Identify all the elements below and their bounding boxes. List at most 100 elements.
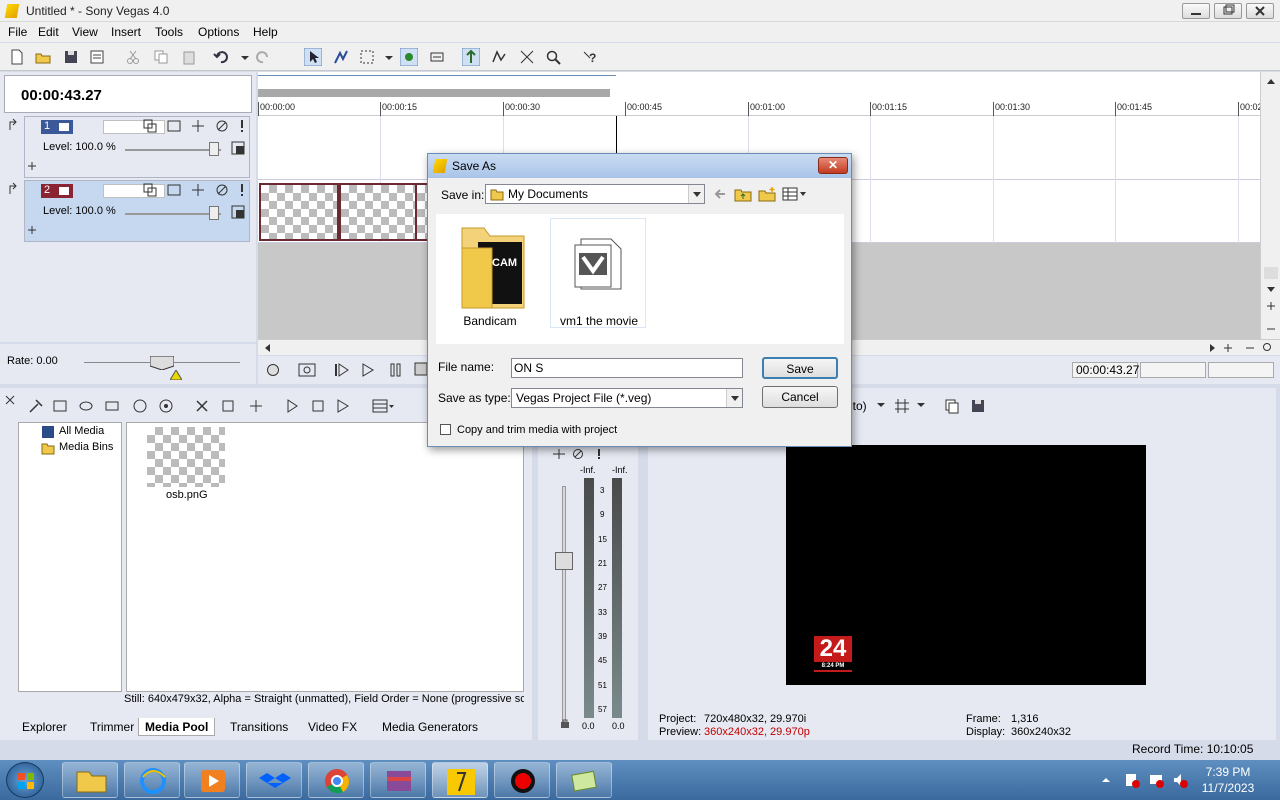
- envelope-tool-icon[interactable]: [332, 48, 350, 66]
- track-fx-icon[interactable]: [167, 183, 181, 197]
- tab-media-generators[interactable]: Media Generators: [376, 718, 484, 736]
- crossfade-icon[interactable]: [518, 48, 536, 66]
- quality-dropdown-icon[interactable]: [876, 400, 886, 410]
- track-2-collapse-icon[interactable]: [26, 224, 38, 236]
- explorer-taskbar-icon[interactable]: [62, 762, 118, 798]
- tab-trimmer[interactable]: Trimmer: [84, 718, 140, 736]
- auto-preview-icon[interactable]: [336, 398, 352, 414]
- copy-snapshot-icon[interactable]: [944, 398, 960, 414]
- master-mute-icon[interactable]: [572, 448, 584, 460]
- timeline-vertical-scrollbar[interactable]: [1260, 72, 1280, 340]
- preview-stop-icon[interactable]: [310, 398, 326, 414]
- track-motion-icon[interactable]: [143, 183, 157, 197]
- folder-item-bandicam[interactable]: CAM Bandicam: [444, 216, 536, 328]
- paste-icon[interactable]: [180, 48, 198, 66]
- media-player-taskbar-icon[interactable]: [184, 762, 240, 798]
- system-clock[interactable]: 7:39 PM 11/7/2023: [1196, 764, 1260, 798]
- view-menu-icon[interactable]: [782, 186, 808, 202]
- play-from-start-icon[interactable]: [334, 362, 350, 378]
- normal-edit-tool-icon[interactable]: [304, 48, 322, 66]
- track-2-expand-icon[interactable]: [8, 182, 22, 196]
- save-as-type-combo[interactable]: Vegas Project File (*.veg): [511, 388, 743, 408]
- menu-file[interactable]: File: [8, 25, 27, 39]
- media-file-name[interactable]: osb.pnG: [166, 489, 208, 501]
- tab-explorer[interactable]: Explorer: [16, 718, 73, 736]
- track-2-header[interactable]: 2 Level: 100.0 %: [24, 180, 250, 242]
- save-in-combo[interactable]: My Documents: [485, 184, 705, 204]
- file-name-input[interactable]: [511, 358, 743, 378]
- network-icon[interactable]: [1148, 772, 1164, 788]
- open-icon[interactable]: [34, 48, 52, 66]
- get-media-icon[interactable]: [78, 398, 94, 414]
- capture-video-icon[interactable]: [52, 398, 68, 414]
- overlays-dropdown-icon[interactable]: [916, 400, 926, 410]
- tree-item-all-media[interactable]: All Media: [59, 425, 104, 437]
- save-icon[interactable]: [62, 48, 80, 66]
- stop-icon[interactable]: [414, 362, 428, 376]
- solo-icon[interactable]: [237, 119, 247, 133]
- play-icon[interactable]: [360, 362, 376, 378]
- chrome-taskbar-icon[interactable]: [308, 762, 364, 798]
- preview-play-icon[interactable]: [284, 398, 300, 414]
- copy-trim-checkbox[interactable]: [440, 424, 451, 435]
- media-thumbnail[interactable]: [147, 427, 225, 487]
- tab-video-fx[interactable]: Video FX: [302, 718, 363, 736]
- properties-icon[interactable]: [88, 48, 106, 66]
- action-center-icon[interactable]: [1124, 772, 1140, 788]
- selection-tool-icon[interactable]: [358, 48, 376, 66]
- record-icon[interactable]: [266, 363, 280, 377]
- video-clip[interactable]: [339, 183, 419, 241]
- tree-item-media-bins[interactable]: Media Bins: [59, 441, 113, 453]
- mute-icon[interactable]: [215, 119, 229, 133]
- track-1-expand-icon[interactable]: [8, 118, 22, 132]
- media-tools-icon[interactable]: [248, 398, 264, 414]
- pause-icon[interactable]: [388, 362, 404, 378]
- copy-icon[interactable]: [152, 48, 170, 66]
- rate-slider-thumb[interactable]: [150, 356, 174, 370]
- media-fx-icon[interactable]: [132, 398, 148, 414]
- restore-button[interactable]: [1214, 3, 1242, 19]
- import-media-icon[interactable]: [28, 398, 44, 414]
- track-1-level-thumb[interactable]: [209, 142, 219, 156]
- menu-help[interactable]: Help: [253, 25, 278, 39]
- help-icon[interactable]: ?: [580, 48, 598, 66]
- volume-icon[interactable]: [1172, 772, 1188, 788]
- remove-media-icon[interactable]: [194, 398, 210, 414]
- views-icon[interactable]: [372, 398, 394, 414]
- save-snapshot-icon[interactable]: [970, 398, 986, 414]
- track-1-collapse-icon[interactable]: [26, 160, 38, 172]
- chevron-down-icon[interactable]: [726, 389, 742, 407]
- loop-playback-icon[interactable]: [298, 362, 316, 378]
- back-icon[interactable]: [712, 186, 728, 202]
- new-icon[interactable]: [8, 48, 26, 66]
- menu-edit[interactable]: Edit: [38, 25, 59, 39]
- composite-mode-icon[interactable]: [191, 183, 205, 197]
- track-motion-icon[interactable]: [143, 119, 157, 133]
- close-button[interactable]: [1246, 3, 1274, 19]
- selection-dropdown-icon[interactable]: [380, 48, 398, 66]
- extract-audio-icon[interactable]: [104, 398, 120, 414]
- bandicam-taskbar-icon[interactable]: [494, 762, 550, 798]
- marker-bar[interactable]: [258, 73, 616, 76]
- menu-options[interactable]: Options: [198, 25, 239, 39]
- expand-keyframes-icon[interactable]: [231, 205, 247, 221]
- overlays-icon[interactable]: [894, 398, 910, 414]
- file-item-vm1-the-movie[interactable]: vm1 the movie: [550, 218, 646, 328]
- undo-icon[interactable]: [212, 48, 230, 66]
- composite-mode-icon[interactable]: [191, 119, 205, 133]
- dialog-close-button[interactable]: ✕: [818, 157, 848, 174]
- snapping-icon[interactable]: [400, 48, 418, 66]
- menu-view[interactable]: View: [72, 25, 98, 39]
- master-fader-thumb[interactable]: [555, 552, 573, 570]
- dropbox-taskbar-icon[interactable]: [246, 762, 302, 798]
- internet-explorer-taskbar-icon[interactable]: [124, 762, 180, 798]
- ignore-grouping-icon[interactable]: [490, 48, 508, 66]
- media-properties-icon[interactable]: [220, 398, 236, 414]
- track-1-header[interactable]: 1 Level: 100.0 %: [24, 116, 250, 178]
- track-fx-icon[interactable]: [167, 119, 181, 133]
- track-2-level-thumb[interactable]: [209, 206, 219, 220]
- cut-icon[interactable]: [124, 48, 142, 66]
- up-folder-icon[interactable]: [734, 186, 752, 202]
- chevron-down-icon[interactable]: [688, 185, 704, 203]
- lock-envelopes-icon[interactable]: [462, 48, 480, 66]
